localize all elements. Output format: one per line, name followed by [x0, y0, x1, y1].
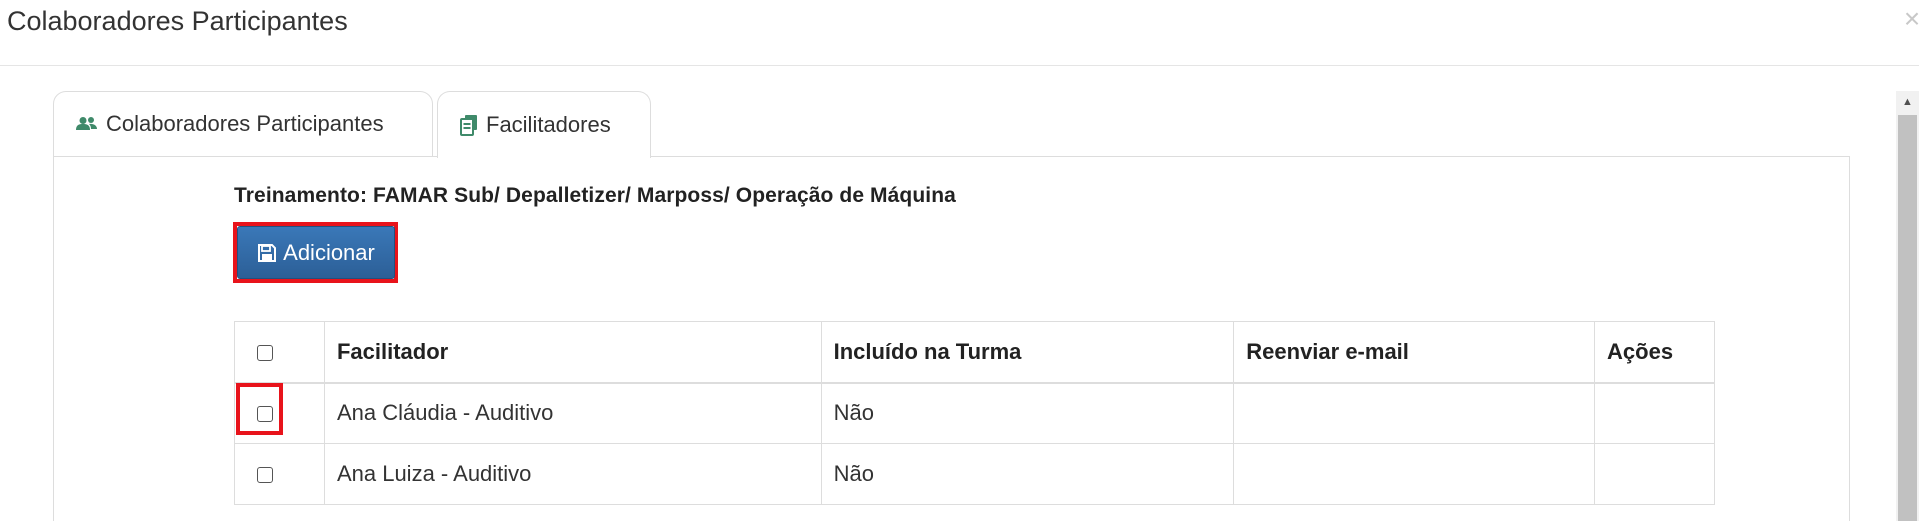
- row-checkbox[interactable]: [257, 467, 273, 484]
- tab-facilitadores[interactable]: Facilitadores: [437, 91, 651, 158]
- header-acoes: Ações: [1594, 321, 1715, 384]
- add-button-label: Adicionar: [283, 239, 375, 265]
- modal-header: Colaboradores Participantes ×: [0, 0, 1919, 66]
- cell-incluido: Não: [820, 443, 1235, 505]
- cell-reenviar: [1233, 443, 1596, 505]
- select-all-checkbox[interactable]: [257, 344, 273, 361]
- users-icon: [76, 116, 98, 132]
- scroll-up-arrow-icon[interactable]: ▲: [1896, 91, 1919, 113]
- save-icon: [257, 243, 277, 263]
- close-button[interactable]: ×: [1901, 4, 1919, 34]
- header-facilitador[interactable]: Facilitador: [323, 321, 822, 384]
- cell-incluido: Não: [820, 382, 1235, 444]
- header-reenviar[interactable]: Reenviar e-mail: [1233, 321, 1596, 384]
- scroll-thumb[interactable]: [1898, 115, 1917, 521]
- training-title: Treinamento: FAMAR Sub/ Depalletizer/ Ma…: [234, 184, 956, 207]
- table-row: Ana Luiza - Auditivo Não: [234, 443, 1715, 505]
- highlight-box: [236, 383, 283, 436]
- modal-title: Colaboradores Participantes: [7, 6, 348, 36]
- tab-label: Facilitadores: [486, 112, 611, 137]
- tab-label: Colaboradores Participantes: [106, 111, 384, 136]
- cell-facilitador: Ana Cláudia - Auditivo: [323, 382, 822, 444]
- row-select-cell: [234, 382, 325, 444]
- header-incluido[interactable]: Incluído na Turma: [820, 321, 1235, 384]
- cell-acoes: [1594, 382, 1715, 444]
- tab-colaboradores-participantes[interactable]: Colaboradores Participantes: [53, 91, 433, 157]
- cell-reenviar: [1233, 382, 1596, 444]
- select-all-cell: [234, 321, 325, 384]
- row-select-cell: [234, 443, 325, 505]
- vertical-scrollbar[interactable]: ▲: [1896, 91, 1919, 521]
- facilitators-table: Facilitador Incluído na Turma Reenviar e…: [234, 321, 1715, 505]
- add-button[interactable]: Adicionar: [237, 226, 395, 279]
- copy-files-icon: [460, 114, 478, 136]
- cell-acoes: [1594, 443, 1715, 505]
- cell-facilitador: Ana Luiza - Auditivo: [323, 443, 822, 505]
- table-row: Ana Cláudia - Auditivo Não: [234, 382, 1715, 444]
- table-header-row: Facilitador Incluído na Turma Reenviar e…: [234, 321, 1715, 384]
